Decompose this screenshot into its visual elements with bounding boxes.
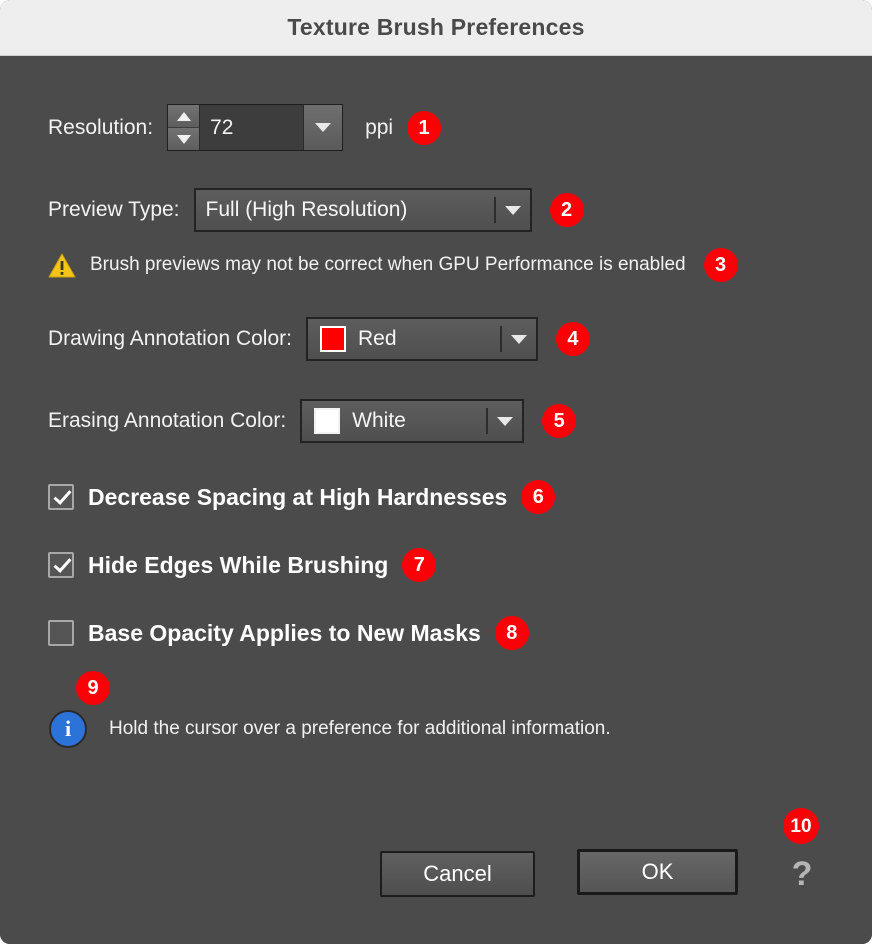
resolution-stepper-down[interactable] <box>168 127 200 150</box>
info-circle-icon: i <box>49 710 87 748</box>
annotation-badge-1: 1 <box>407 110 442 145</box>
preview-type-dropdown-arrow[interactable] <box>496 205 530 215</box>
dialog-title: Texture Brush Preferences <box>287 14 585 40</box>
dialog-content: Resolution: 72 ppi 1 Preview Type: Full … <box>0 56 872 944</box>
preview-type-row: Preview Type: Full (High Resolution) 2 <box>48 188 584 232</box>
erasing-annotation-color-label: Erasing Annotation Color: <box>48 409 287 432</box>
drawing-annotation-color-select[interactable]: Red <box>305 317 538 361</box>
triangle-down-icon <box>176 134 191 144</box>
drawing-annotation-color-row: Drawing Annotation Color: Red 4 <box>48 317 590 361</box>
erasing-annotation-color-row: Erasing Annotation Color: White 5 <box>48 399 577 443</box>
annotation-badge-9: 9 <box>76 671 110 705</box>
preview-type-value: Full (High Resolution) <box>205 198 408 221</box>
resolution-stepper-up[interactable] <box>168 105 200 127</box>
checkbox-row-hide-edges[interactable]: Hide Edges While Brushing 7 <box>48 548 437 582</box>
annotation-badge-3: 3 <box>703 248 738 282</box>
annotation-badge-10: 10 <box>783 808 819 844</box>
resolution-row: Resolution: 72 ppi 1 <box>48 104 442 151</box>
annotation-badge-5: 5 <box>542 404 577 438</box>
preview-type-label: Preview Type: <box>48 198 180 221</box>
ok-button[interactable]: OK <box>577 849 738 895</box>
drawing-color-dropdown-arrow[interactable] <box>502 334 536 344</box>
erasing-color-value: White <box>352 409 406 432</box>
checkbox-label-decrease-spacing: Decrease Spacing at High Hardnesses <box>88 483 508 510</box>
question-mark-icon: ? <box>791 854 813 893</box>
resolution-stepper[interactable] <box>168 105 201 150</box>
resolution-label: Resolution: <box>48 115 154 139</box>
erasing-annotation-color-select[interactable]: White <box>300 399 525 443</box>
resolution-unit-label: ppi <box>365 115 394 139</box>
checkbox-label-hide-edges: Hide Edges While Brushing <box>88 551 389 578</box>
checkbox-label-base-opacity: Base Opacity Applies to New Masks <box>88 619 481 646</box>
checkbox-row-decrease-spacing[interactable]: Decrease Spacing at High Hardnesses 6 <box>48 480 556 514</box>
chevron-down-icon <box>315 123 332 132</box>
annotation-badge-8: 8 <box>494 616 529 650</box>
erasing-color-swatch <box>314 408 341 434</box>
checkbox-base-opacity[interactable] <box>48 620 74 646</box>
cancel-button[interactable]: Cancel <box>380 851 535 897</box>
chevron-down-icon <box>504 205 521 215</box>
resolution-spinner[interactable]: 72 <box>167 104 344 151</box>
preview-type-select[interactable]: Full (High Resolution) <box>193 188 532 232</box>
chevron-down-icon <box>497 416 514 426</box>
resolution-input[interactable]: 72 <box>200 105 304 150</box>
checkbox-hide-edges[interactable] <box>48 552 74 578</box>
annotation-badge-2: 2 <box>549 193 584 227</box>
texture-brush-preferences-dialog: Texture Brush Preferences Resolution: 72 <box>0 0 872 944</box>
annotation-badge-7: 7 <box>402 548 437 582</box>
erasing-color-dropdown-arrow[interactable] <box>488 416 522 426</box>
annotation-badge-6: 6 <box>521 480 556 514</box>
help-button[interactable]: ? <box>790 854 814 894</box>
checkbox-decrease-spacing[interactable] <box>48 484 74 510</box>
drawing-color-value: Red <box>357 327 397 350</box>
drawing-color-swatch <box>319 326 346 352</box>
gpu-warning-text: Brush previews may not be correct when G… <box>90 254 686 275</box>
info-hint-text: Hold the cursor over a preference for ad… <box>109 718 611 739</box>
checkbox-row-base-opacity[interactable]: Base Opacity Applies to New Masks 8 <box>48 616 529 650</box>
annotation-badge-4: 4 <box>555 322 590 356</box>
drawing-annotation-color-label: Drawing Annotation Color: <box>48 327 292 350</box>
resolution-dropdown-button[interactable] <box>303 105 343 150</box>
chevron-down-icon <box>510 334 527 344</box>
dialog-titlebar: Texture Brush Preferences <box>0 0 872 56</box>
warning-triangle-icon <box>48 253 76 278</box>
gpu-warning-row: Brush previews may not be correct when G… <box>48 248 738 282</box>
info-hint-row: i Hold the cursor over a preference for … <box>49 710 611 748</box>
triangle-up-icon <box>176 111 191 121</box>
